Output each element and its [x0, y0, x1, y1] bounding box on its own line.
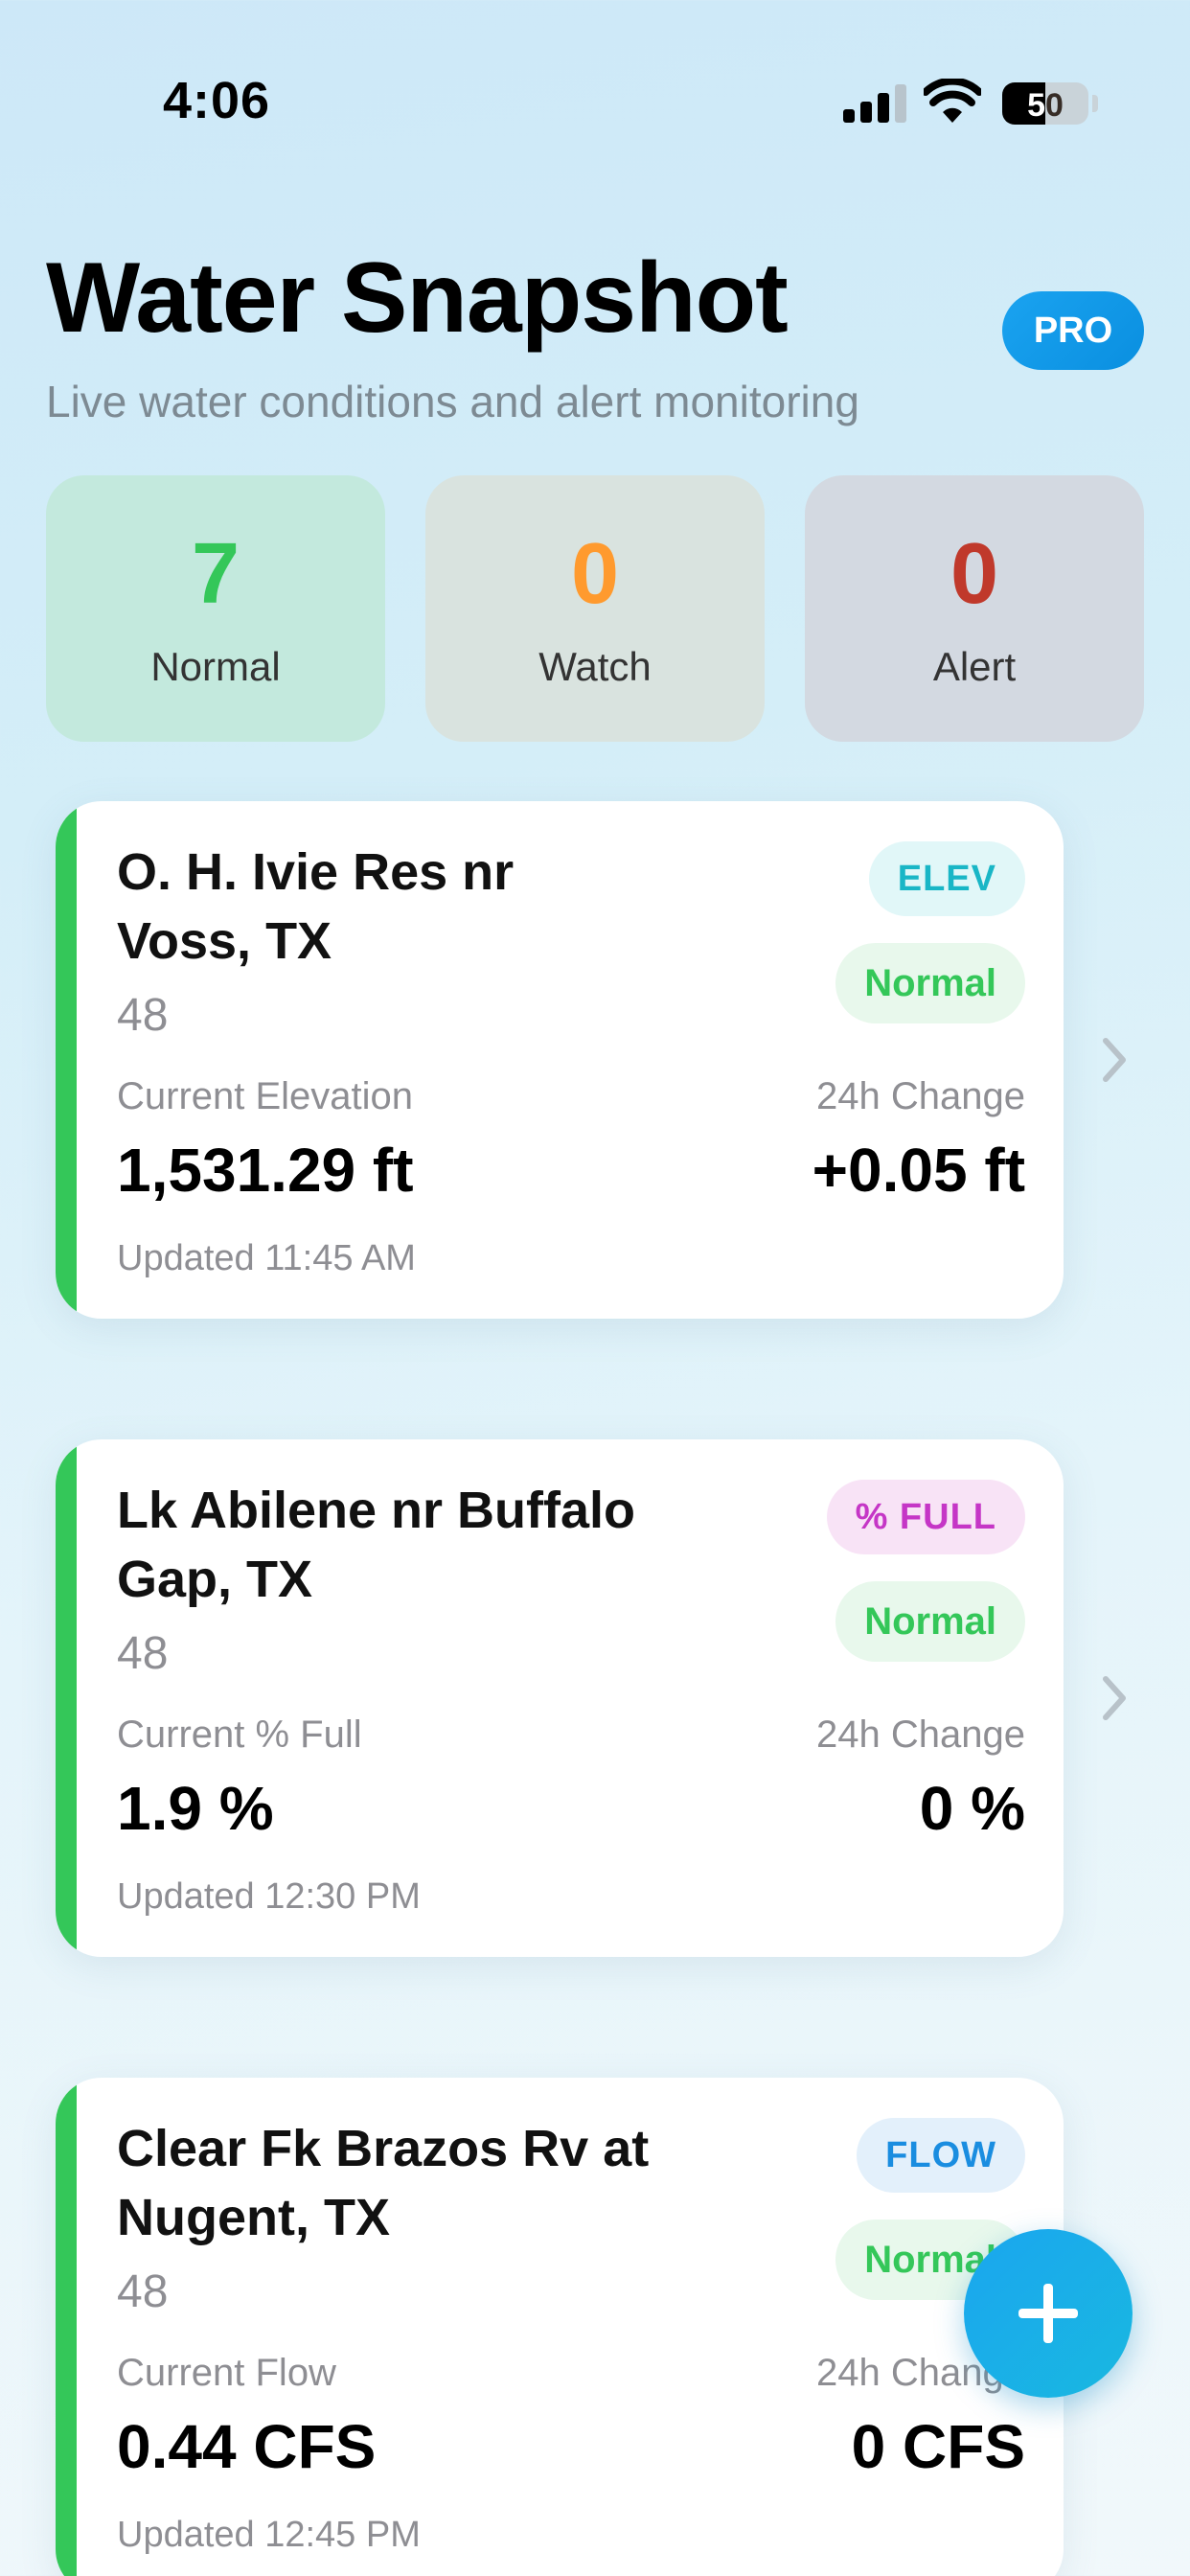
metric-label: Current Elevation	[117, 1075, 414, 1117]
wifi-icon	[924, 79, 981, 123]
status-stripe	[56, 1439, 77, 1957]
status-bar: 4:06 50	[0, 0, 1190, 144]
metric-label: Current Flow	[117, 2352, 336, 2394]
chevron-right-icon[interactable]	[1100, 1031, 1129, 1089]
site-card[interactable]: Clear Fk Brazos Rv at Nugent, TX 48 FLOW…	[56, 2078, 1064, 2576]
status-pill: Normal	[835, 1581, 1025, 1662]
status-time: 4:06	[163, 72, 271, 129]
pro-badge[interactable]: PRO	[1002, 291, 1144, 370]
updated-time: Updated 12:45 PM	[117, 2515, 421, 2555]
page-subtitle: Live water conditions and alert monitori…	[46, 377, 859, 426]
metric-value: 1.9 %	[117, 1774, 274, 1843]
chevron-right-icon[interactable]	[1100, 1669, 1129, 1727]
metric-label: Current % Full	[117, 1714, 362, 1756]
page-title: Water Snapshot	[46, 242, 789, 354]
updated-time: Updated 11:45 AM	[117, 1238, 416, 1278]
change-label: 24h Change	[816, 1714, 1025, 1756]
status-pill: Normal	[835, 943, 1025, 1024]
summary-tile-alert[interactable]: 0 Alert	[805, 475, 1144, 742]
metric-value: 1,531.29 ft	[117, 1136, 414, 1205]
site-name: O. H. Ivie Res nr Voss, TX	[117, 843, 515, 970]
metric-value: 0.44 CFS	[117, 2412, 377, 2481]
battery-icon: 50	[1002, 82, 1088, 125]
alert-count: 0	[950, 526, 999, 622]
summary-tile-normal[interactable]: 7 Normal	[46, 475, 385, 742]
watch-count: 0	[570, 526, 620, 622]
cellular-signal-icon	[843, 84, 906, 123]
site-card[interactable]: Lk Abilene nr Buffalo Gap, TX 48 % FULL …	[56, 1439, 1064, 1957]
status-stripe	[56, 2078, 77, 2576]
site-state-code: 48	[117, 1628, 169, 1679]
site-name: Lk Abilene nr Buffalo Gap, TX	[117, 1482, 636, 1608]
type-badge: ELEV	[868, 841, 1025, 916]
type-badge: % FULL	[826, 1480, 1025, 1554]
normal-count: 7	[191, 526, 240, 622]
alert-label: Alert	[932, 644, 1017, 689]
site-name: Clear Fk Brazos Rv at Nugent, TX	[117, 2120, 650, 2246]
battery-cap	[1092, 95, 1098, 112]
site-state-code: 48	[117, 2266, 169, 2317]
change-value: 0 CFS	[851, 2412, 1025, 2481]
watch-label: Watch	[538, 644, 652, 689]
add-site-button[interactable]	[964, 2229, 1133, 2398]
battery-level: 50	[1027, 87, 1064, 124]
change-value: +0.05 ft	[812, 1136, 1025, 1205]
site-state-code: 48	[117, 990, 169, 1041]
site-card[interactable]: O. H. Ivie Res nr Voss, TX 48 ELEV Norma…	[56, 801, 1064, 1319]
summary-tile-watch[interactable]: 0 Watch	[425, 475, 765, 742]
status-stripe	[56, 801, 77, 1319]
type-badge: FLOW	[857, 2118, 1025, 2193]
change-value: 0 %	[919, 1774, 1025, 1843]
updated-time: Updated 12:30 PM	[117, 1876, 421, 1917]
normal-label: Normal	[150, 644, 281, 689]
change-label: 24h Change	[816, 1075, 1025, 1117]
